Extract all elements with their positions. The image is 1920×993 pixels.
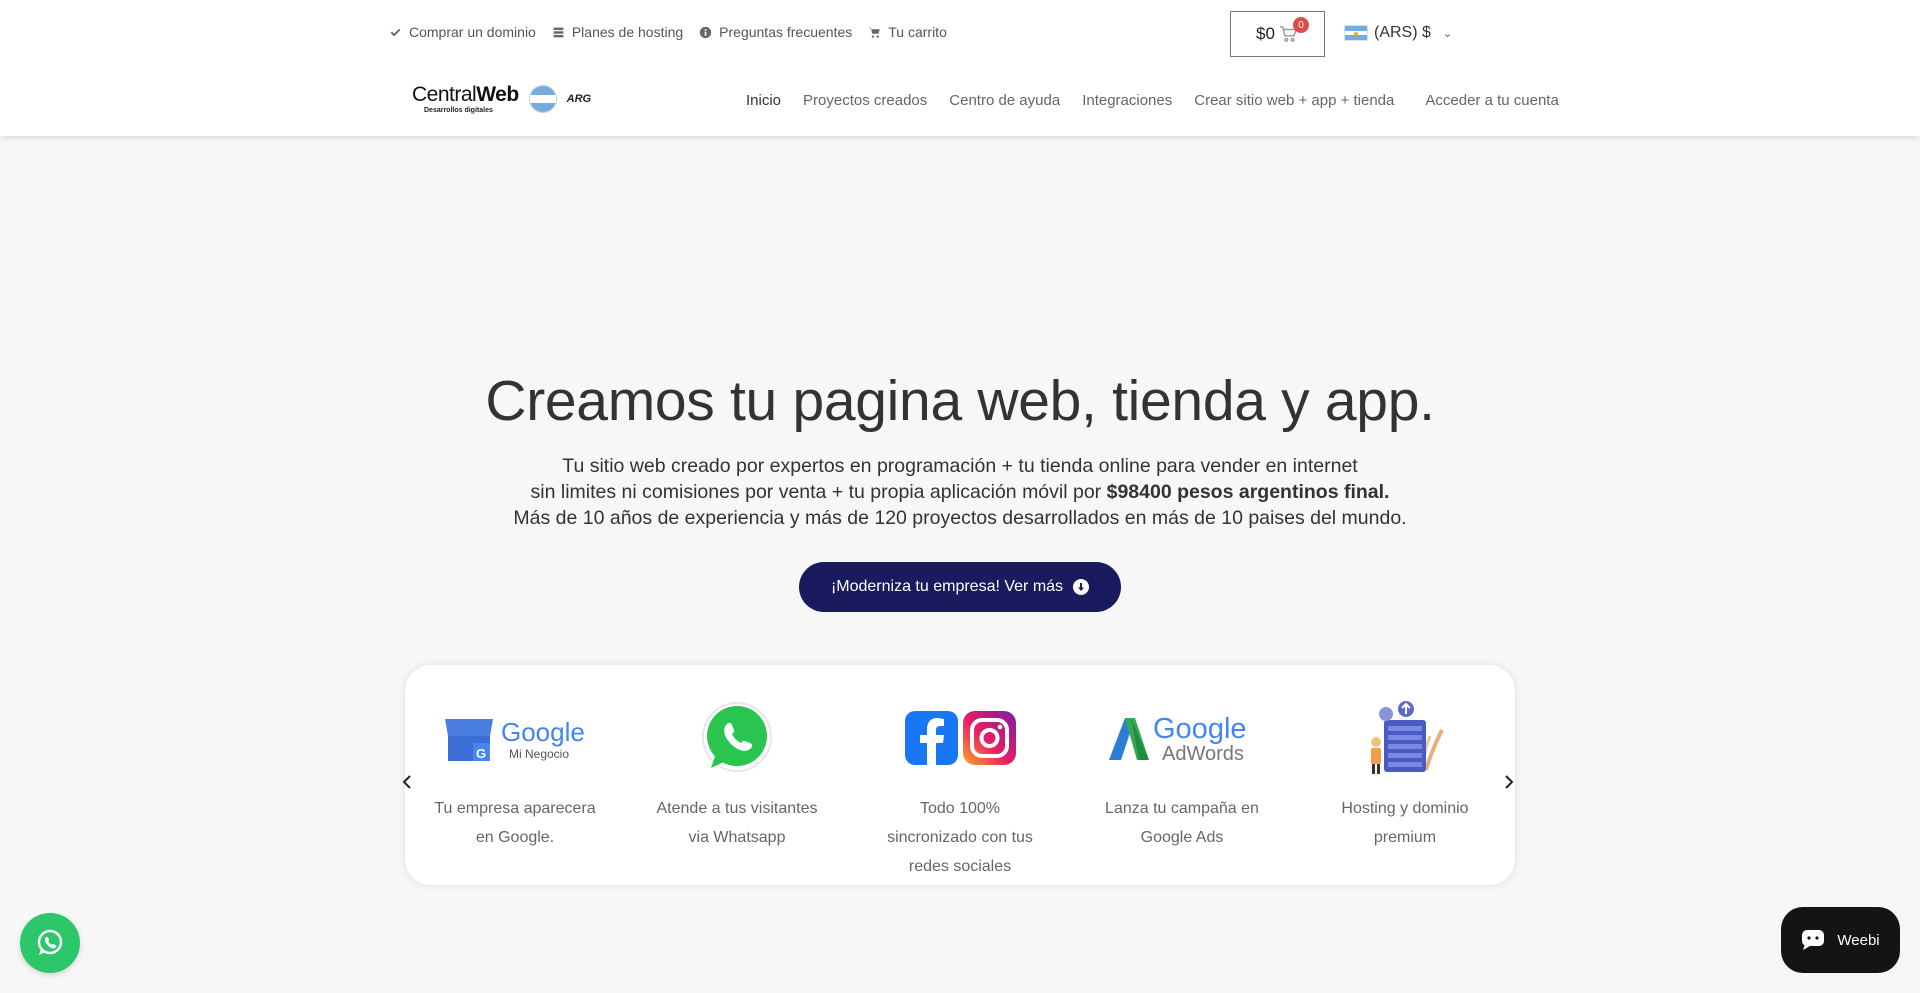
cart-link[interactable]: Tu carrito — [868, 24, 947, 40]
faq-label: Preguntas frecuentes — [719, 24, 853, 40]
weebi-chat-button[interactable]: Weebi — [1781, 907, 1900, 973]
site-header: Comprar un dominio Planes de hosting Pre… — [0, 0, 1920, 136]
chevron-down-icon: ⌄ — [1442, 27, 1453, 40]
feature-line: Lanza tu campaña en — [1105, 800, 1259, 817]
feature-line: Google Ads — [1140, 829, 1224, 846]
mini-cart-button[interactable]: $0 0 — [1230, 11, 1325, 57]
currency-selector[interactable]: (ARS) $ ⌄ — [1344, 24, 1452, 42]
cta-button[interactable]: ¡Moderniza tu empresa! Ver más — [799, 562, 1121, 612]
logo-web: Web — [476, 83, 519, 106]
hero-line-3: Más de 10 años de experiencia y más de 1… — [513, 507, 1407, 529]
feature-line: Todo 100% — [919, 800, 1001, 817]
feature-line: Hosting y dominio — [1341, 800, 1469, 817]
feature-text: Tu empresa aparecera en Google. — [425, 794, 605, 852]
svg-text:G: G — [476, 746, 486, 761]
whatsapp-icon — [647, 695, 827, 780]
hero-description: Tu sitio web creado por expertos en prog… — [0, 453, 1920, 531]
cart-total: $0 — [1256, 24, 1275, 43]
feature-line: via Whatsapp — [688, 829, 786, 846]
currency-label: (ARS) $ — [1374, 24, 1431, 41]
feature-google-business: G Google Mi Negocio Tu empresa aparecera… — [425, 695, 605, 852]
buy-domain-link[interactable]: Comprar un dominio — [389, 24, 536, 40]
feature-social: Todo 100% sincronizado con tus redes soc… — [870, 695, 1050, 881]
nav-centro-de-ayuda[interactable]: Centro de ayuda — [949, 92, 1060, 109]
hero-line-2-text: sin limites ni comisiones por venta + tu… — [530, 481, 1107, 503]
whatsapp-float-icon — [37, 929, 63, 955]
logo-wordmark: CentralWeb Desarrollos digitales — [412, 84, 519, 114]
main-nav-row: CentralWeb Desarrollos digitales ARG Ini… — [0, 68, 1920, 136]
cta-label: ¡Moderniza tu empresa! Ver más — [830, 578, 1064, 595]
carousel-next-arrow-icon[interactable] — [1502, 773, 1516, 791]
main-nav: Inicio Proyectos creados Centro de ayuda… — [746, 92, 1559, 109]
hero-line-1: Tu sitio web creado por expertos en prog… — [562, 455, 1358, 477]
chat-bubble-icon — [1802, 930, 1825, 950]
carousel-prev-arrow-icon[interactable] — [400, 773, 414, 791]
weebi-label: Weebi — [1837, 931, 1880, 949]
logo-central: Central — [412, 83, 477, 106]
google-mi-negocio-icon: G Google Mi Negocio — [425, 695, 605, 780]
hero-title: Creamos tu pagina web, tienda y app. — [485, 369, 1435, 433]
facebook-instagram-icon — [870, 695, 1050, 780]
adwords-wordmark: AdWords — [1162, 743, 1244, 765]
whatsapp-float-button[interactable] — [20, 913, 80, 973]
feature-text: Atende a tus visitantes via Whatsapp — [647, 794, 827, 852]
logo-country-tag: ARG — [566, 93, 592, 105]
nav-crear-sitio[interactable]: Crear sitio web + app + tienda — [1194, 92, 1394, 109]
nav-proyectos-creados[interactable]: Proyectos creados — [803, 92, 927, 109]
faq-link[interactable]: Preguntas frecuentes — [699, 24, 852, 40]
server-icon — [553, 27, 564, 37]
feature-line: redes sociales — [908, 858, 1012, 875]
argentina-flag-badge-icon — [528, 85, 557, 113]
nav-inicio[interactable]: Inicio — [746, 92, 781, 109]
feature-whatsapp: Atende a tus visitantes via Whatsapp — [647, 695, 827, 852]
feature-line: Atende a tus visitantes — [656, 800, 818, 817]
arrow-circle-down-icon — [1073, 579, 1090, 595]
buy-domain-label: Comprar un dominio — [409, 24, 536, 40]
feature-line: sincronizado con tus — [887, 829, 1033, 846]
feature-text: Hosting y dominio premium — [1315, 794, 1495, 852]
feature-line: en Google. — [475, 829, 555, 846]
logo-subtitle: Desarrollos digitales — [424, 107, 493, 114]
hero-line-2: sin limites ni comisiones por venta + tu… — [0, 479, 1920, 505]
feature-hosting: Hosting y dominio premium — [1315, 695, 1495, 852]
feature-text: Todo 100% sincronizado con tus redes soc… — [870, 794, 1050, 881]
cart-count-badge: 0 — [1293, 17, 1309, 33]
logo-main-text: CentralWeb — [412, 84, 519, 105]
feature-line: Tu empresa aparecera — [434, 800, 596, 817]
google-adwords-icon: Google AdWords — [1092, 695, 1272, 780]
top-bar: Comprar un dominio Planes de hosting Pre… — [0, 0, 1920, 68]
google-ads-wordmark: Google — [1153, 713, 1247, 745]
feature-line: premium — [1373, 829, 1437, 846]
nav-integraciones[interactable]: Integraciones — [1082, 92, 1172, 109]
cart-icon — [869, 27, 881, 38]
top-links: Comprar un dominio Planes de hosting Pre… — [389, 24, 947, 40]
features-carousel: G Google Mi Negocio Tu empresa aparecera… — [402, 665, 1516, 885]
mi-negocio-wordmark: Mi Negocio — [509, 747, 569, 761]
site-logo[interactable]: CentralWeb Desarrollos digitales ARG — [412, 84, 591, 114]
feature-google-ads: Google AdWords Lanza tu campaña en Googl… — [1092, 695, 1272, 852]
nav-account-link[interactable]: Acceder a tu cuenta — [1425, 92, 1558, 109]
hosting-plans-link[interactable]: Planes de hosting — [552, 24, 683, 40]
hosting-server-icon — [1315, 695, 1495, 780]
google-wordmark: Google — [501, 717, 585, 747]
feature-text: Lanza tu campaña en Google Ads — [1092, 794, 1272, 852]
hosting-plans-label: Planes de hosting — [571, 24, 684, 40]
check-icon — [390, 28, 401, 36]
hero-price: $98400 pesos argentinos final. — [1106, 481, 1390, 503]
argentina-flag-icon — [1344, 25, 1368, 41]
info-icon — [699, 26, 712, 38]
cart-label: Tu carrito — [888, 24, 947, 40]
